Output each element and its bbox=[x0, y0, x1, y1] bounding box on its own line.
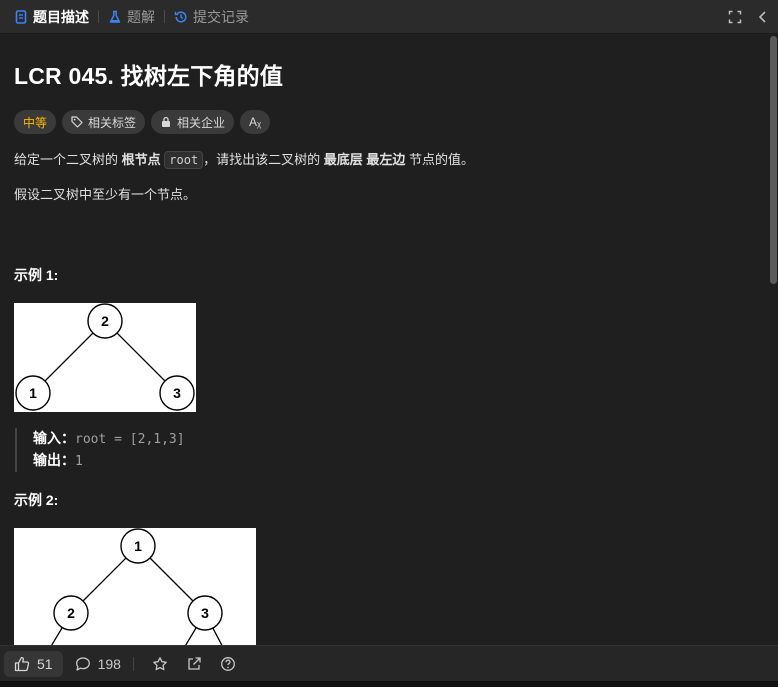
tree-node-root: 2 bbox=[101, 313, 109, 329]
comments-button[interactable]: 198 bbox=[75, 656, 121, 672]
example-1-io: 输入：root = [2,1,3] 输出：1 bbox=[15, 428, 754, 472]
problem-title: LCR 045. 找树左下角的值 bbox=[14, 63, 284, 89]
tab-submissions[interactable]: 提交记录 bbox=[170, 0, 253, 34]
window-bottom-edge bbox=[0, 681, 778, 687]
favorite-button[interactable] bbox=[152, 656, 168, 672]
scrollbar-thumb[interactable] bbox=[770, 36, 777, 284]
statement-text: 节点的值。 bbox=[405, 152, 475, 167]
tree-node-right: 3 bbox=[201, 605, 209, 621]
tree-node-left: 1 bbox=[29, 385, 37, 401]
tab-submissions-label: 提交记录 bbox=[193, 8, 249, 25]
statement-text: ，请找出该二叉树的 bbox=[203, 152, 324, 167]
example-1-input-line: 输入：root = [2,1,3] bbox=[33, 428, 754, 450]
tab-solutions-label: 题解 bbox=[127, 8, 155, 25]
example-1-output-line: 输出：1 bbox=[33, 450, 754, 472]
tab-solutions[interactable]: 题解 bbox=[104, 0, 159, 34]
panel-controls bbox=[728, 0, 770, 34]
action-divider bbox=[132, 656, 134, 671]
action-bar: 51 198 bbox=[0, 645, 778, 681]
tab-bar: 题目描述 题解 提交记录 bbox=[0, 0, 778, 34]
problem-constraint-note: 假设二叉树中至少有一个节点。 bbox=[14, 187, 197, 202]
statement-text: 给定一个二叉树的 bbox=[14, 152, 122, 167]
difficulty-badge[interactable]: 中等 bbox=[14, 110, 57, 134]
statement-bold-root: 根节点 bbox=[121, 152, 161, 167]
tag-icon bbox=[71, 116, 83, 128]
problem-tags: 中等 相关标签 相关企业 Aᵪ bbox=[14, 110, 754, 134]
output-label: 输出： bbox=[33, 452, 75, 468]
star-icon bbox=[153, 656, 167, 670]
tree-node-left: 2 bbox=[67, 605, 75, 621]
example-1-tree-image: 2 1 3 bbox=[14, 303, 196, 412]
tab-description-label: 题目描述 bbox=[33, 8, 89, 25]
related-companies-button[interactable]: 相关企业 bbox=[151, 110, 235, 134]
translate-button[interactable]: Aᵪ bbox=[240, 110, 271, 134]
comment-count: 198 bbox=[97, 655, 121, 672]
example-2-title: 示例 2: bbox=[14, 492, 59, 508]
tab-divider bbox=[98, 10, 99, 23]
collapse-chevron-icon[interactable] bbox=[756, 10, 770, 24]
related-tags-button[interactable]: 相关标签 bbox=[62, 110, 146, 134]
example-1-title: 示例 1: bbox=[14, 267, 59, 283]
problem-statement: 给定一个二叉树的 根节点 root ，请找出该二叉树的 最底层 最左边 节点的值。 bbox=[14, 149, 754, 171]
tree-node-right: 3 bbox=[173, 385, 181, 401]
help-button[interactable] bbox=[220, 656, 236, 672]
like-count: 51 bbox=[37, 655, 53, 672]
tree-node-root: 1 bbox=[134, 538, 142, 554]
comment-icon bbox=[75, 656, 90, 671]
translate-icon: Aᵪ bbox=[249, 115, 262, 129]
thumbs-up-icon bbox=[14, 656, 30, 671]
flask-icon bbox=[109, 10, 121, 23]
example-2-tree-image: 1 2 3 bbox=[14, 528, 256, 645]
like-button[interactable]: 51 bbox=[4, 650, 63, 677]
input-label: 输入： bbox=[33, 430, 75, 446]
output-value: 1 bbox=[75, 454, 83, 469]
history-icon bbox=[174, 10, 187, 23]
input-value: root = [2,1,3] bbox=[75, 432, 185, 447]
lock-icon bbox=[162, 116, 171, 127]
related-companies-label: 相关企业 bbox=[177, 115, 226, 130]
share-button[interactable] bbox=[186, 656, 202, 672]
share-icon bbox=[188, 656, 201, 670]
document-icon bbox=[15, 9, 27, 24]
related-tags-label: 相关标签 bbox=[88, 115, 137, 130]
tab-description[interactable]: 题目描述 bbox=[10, 0, 93, 34]
expand-icon[interactable] bbox=[728, 10, 742, 24]
statement-bold-bottom-left: 最底层 最左边 bbox=[323, 152, 406, 167]
tab-divider bbox=[164, 10, 165, 23]
help-icon bbox=[220, 656, 235, 671]
inline-code-root: root bbox=[164, 151, 204, 169]
problem-description-panel[interactable]: LCR 045. 找树左下角的值 中等 相关标签 相关企业 Aᵪ 给定一个二叉树… bbox=[0, 35, 768, 645]
